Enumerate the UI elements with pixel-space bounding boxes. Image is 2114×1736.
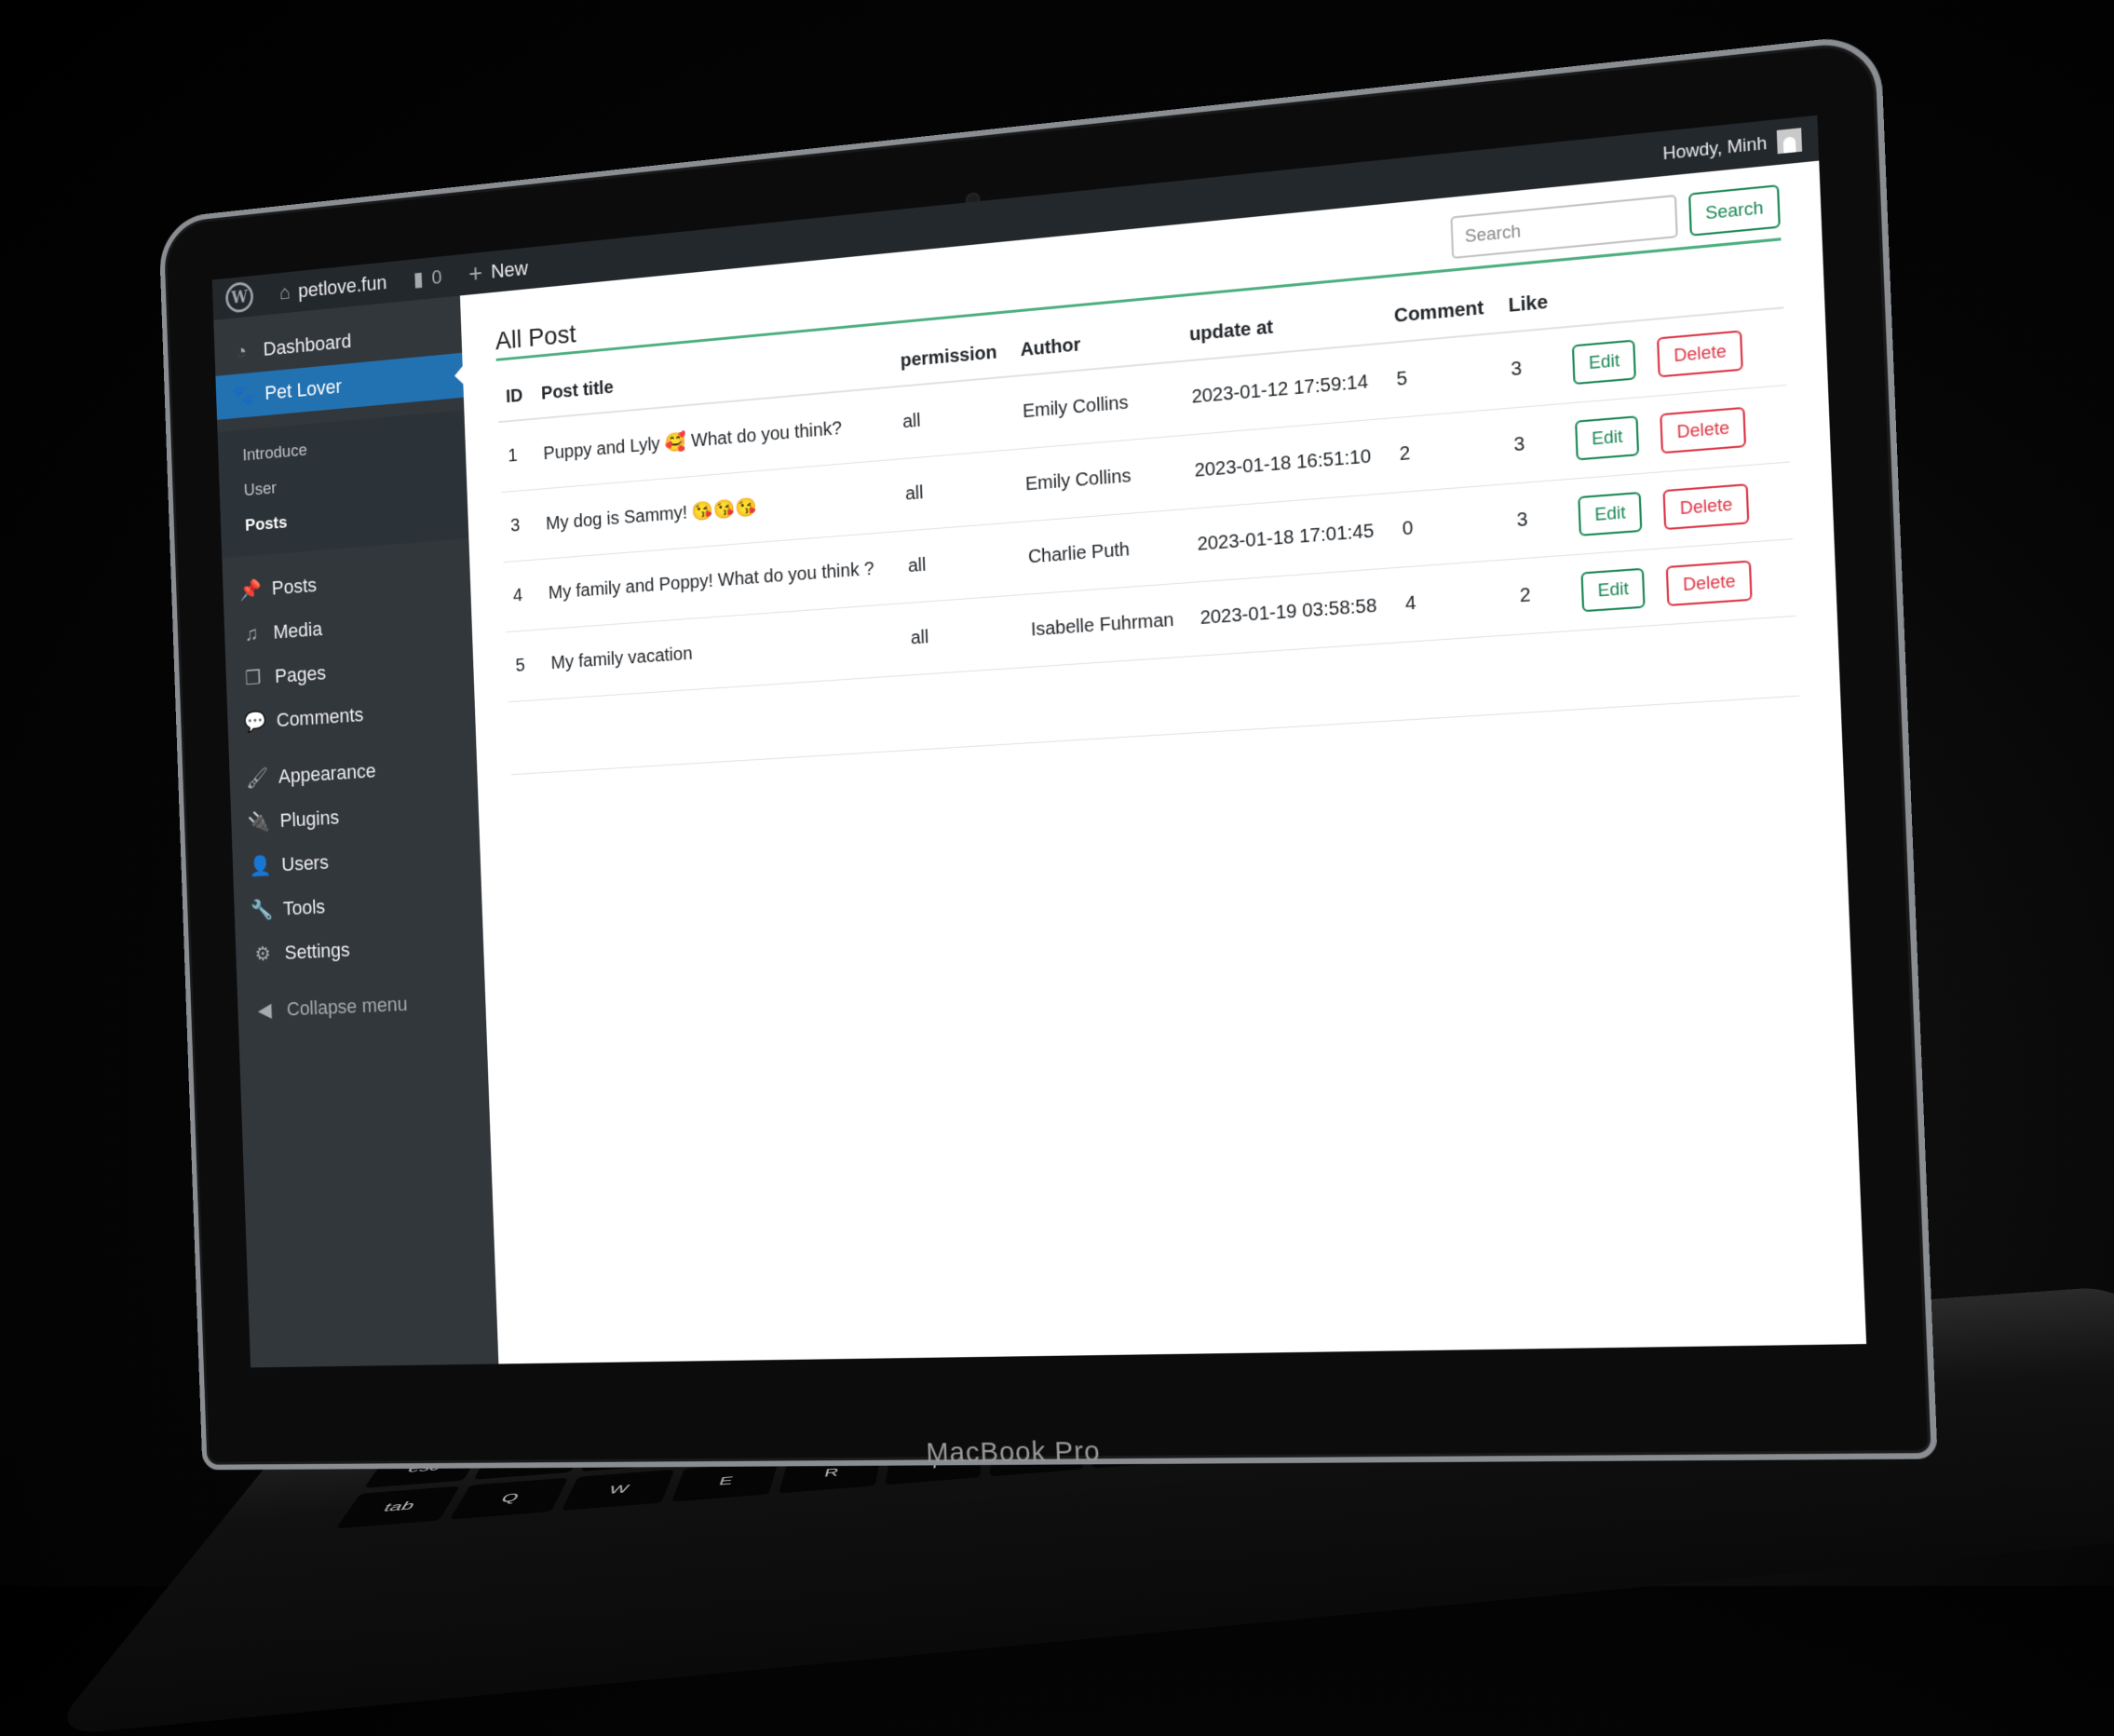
user-icon: 👤: [249, 854, 272, 877]
wordpress-icon: W: [224, 280, 254, 314]
column-header-id: ID: [496, 372, 535, 423]
comment-icon: ▮: [413, 266, 425, 291]
key-w[interactable]: W: [561, 1469, 674, 1512]
delete-button[interactable]: Delete: [1657, 330, 1744, 378]
wrench-icon: 🔧: [250, 898, 274, 922]
post-id: 3: [500, 489, 539, 563]
laptop-lid: W ⌂ petlove.fun ▮ 0 + New Howdy, Minh ◔ D…: [158, 33, 1938, 1471]
plug-icon: 🔌: [247, 809, 271, 834]
edit-button[interactable]: Edit: [1580, 567, 1646, 613]
sidebar-item-label: Comments: [276, 703, 364, 732]
pages-icon: ❐: [244, 666, 262, 690]
sidebar-item-label: Media: [273, 617, 323, 644]
screen: W ⌂ petlove.fun ▮ 0 + New Howdy, Minh ◔ D…: [211, 115, 1867, 1368]
comment-icon: 💬: [243, 710, 267, 734]
edit-button[interactable]: Edit: [1575, 415, 1640, 461]
main-content: Search All Post IDPost titlepermissionAu…: [459, 160, 1867, 1364]
delete-button[interactable]: Delete: [1660, 406, 1747, 454]
post-author: Charlie Puth: [1017, 509, 1190, 595]
post-comment-count: 2: [1388, 408, 1506, 494]
plus-icon: +: [468, 258, 483, 288]
post-author: Isabelle Fuhrman: [1020, 582, 1193, 668]
settings-icon: ⚙: [254, 942, 272, 966]
sidebar-item-label: Pet Lover: [264, 374, 343, 404]
home-icon: ⌂: [278, 280, 291, 305]
post-like-count: 3: [1499, 327, 1565, 409]
row-actions: Edit Delete: [1570, 538, 1796, 631]
edit-button[interactable]: Edit: [1572, 339, 1637, 386]
sidebar-item-label: Users: [280, 850, 330, 876]
pin-icon: 📌: [238, 577, 263, 603]
greeting: Howdy, Minh: [1662, 132, 1768, 163]
post-comment-count: 5: [1385, 332, 1503, 419]
post-updated-at: 2023-01-19 03:58:58: [1189, 567, 1398, 657]
delete-button[interactable]: Delete: [1662, 483, 1750, 531]
sidebar-item-label: Settings: [284, 938, 351, 964]
post-author: Emily Collins: [1011, 360, 1185, 450]
sidebar-item-label: Pages: [274, 661, 327, 687]
post-author: Emily Collins: [1014, 435, 1187, 522]
post-id: 5: [506, 629, 544, 702]
paw-icon: 🐾: [232, 383, 255, 408]
search-button[interactable]: Search: [1687, 184, 1781, 237]
media-icon: ♫: [244, 622, 259, 645]
post-comment-count: 4: [1393, 559, 1511, 643]
collapse-menu-label: Collapse menu: [286, 992, 408, 1021]
key-tab[interactable]: tab: [335, 1485, 460, 1529]
site-name: petlove.fun: [297, 270, 387, 303]
sidebar-item-label: Appearance: [278, 759, 376, 788]
sidebar-item-label: Posts: [271, 573, 318, 600]
post-permission: all: [895, 449, 1018, 532]
new-label: New: [490, 256, 529, 283]
post-like-count: 3: [1505, 479, 1571, 560]
edit-button[interactable]: Edit: [1578, 491, 1643, 536]
brush-icon: 🖌: [245, 766, 269, 790]
sidebar-item-label: Tools: [282, 895, 326, 920]
post-permission: all: [900, 594, 1023, 676]
collapse-icon: ◀: [257, 998, 273, 1022]
dashboard-icon: ◔: [235, 339, 248, 363]
column-header-like: Like: [1497, 277, 1562, 333]
wp-logo-button[interactable]: W: [212, 275, 267, 320]
sidebar-item-label: Dashboard: [263, 329, 352, 360]
post-like-count: 3: [1502, 403, 1568, 484]
post-permission: all: [892, 376, 1015, 460]
delete-button[interactable]: Delete: [1666, 560, 1754, 607]
comments-count: 0: [431, 264, 442, 289]
post-id: 1: [498, 418, 536, 493]
key-q[interactable]: Q: [449, 1477, 568, 1520]
sidebar-item-label: Plugins: [279, 806, 340, 832]
post-id: 4: [503, 559, 542, 632]
post-like-count: 2: [1508, 554, 1574, 635]
comments-link[interactable]: ▮ 0: [400, 255, 456, 302]
post-comment-count: 0: [1390, 483, 1509, 568]
avatar: [1776, 128, 1803, 155]
post-permission: all: [897, 522, 1021, 604]
admin-sidebar: ◔ Dashboard 🐾 Pet Lover Introduce User Posts …: [213, 295, 499, 1368]
